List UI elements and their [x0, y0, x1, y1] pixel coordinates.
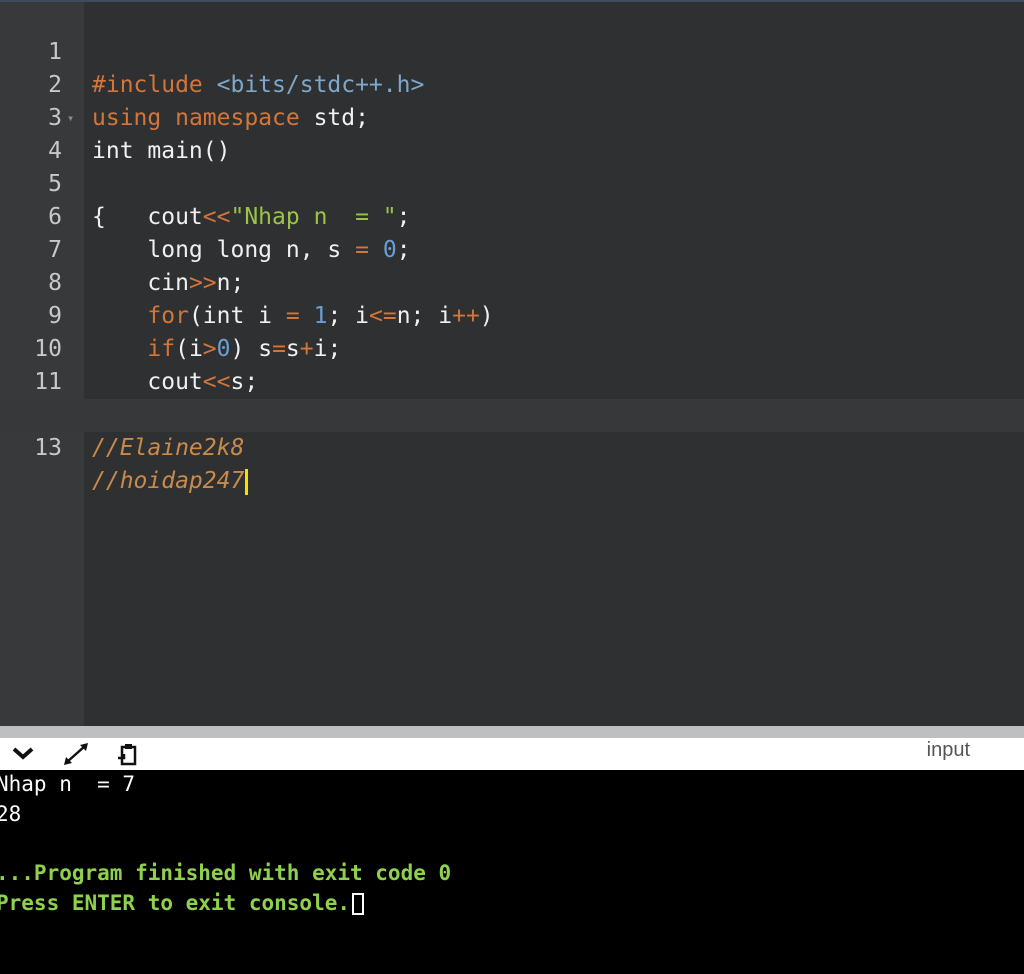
code-line[interactable]: 5 cout<<"Nhap n = ";	[0, 135, 1024, 230]
fold-toggle-icon[interactable]: ▾	[67, 102, 74, 135]
code-line[interactable]: 3 int main()	[0, 69, 1024, 164]
console-line: 28	[0, 802, 22, 826]
code-line[interactable]: 11 }	[0, 333, 1024, 428]
code-line[interactable]: 2 using namespace std;	[0, 36, 1024, 131]
code-line-active[interactable]: 13 //hoidap247	[0, 399, 1024, 495]
code-comment: //hoidap247	[92, 468, 245, 494]
code-area[interactable]: 1 #include <bits/stdc++.h> 2 using names…	[0, 3, 1024, 495]
expand-arrows-icon[interactable]	[62, 742, 90, 772]
code-line[interactable]: 6 long long n, s = 0;	[0, 168, 1024, 263]
console-cursor	[352, 893, 365, 915]
text-cursor	[245, 468, 249, 495]
code-line[interactable]: 1 #include <bits/stdc++.h>	[0, 3, 1024, 98]
code-line[interactable]: 4 ▾ {	[0, 102, 1024, 230]
code-text: //hoidap247	[92, 465, 249, 498]
pane-splitter[interactable]	[0, 726, 1024, 738]
code-comment: //Elaine2k8	[92, 435, 245, 461]
code-line[interactable]: 7 cin>>n;	[0, 201, 1024, 296]
console-line: Nhap n = 7	[0, 772, 136, 796]
console-prompt-line: Press ENTER to exit console.	[0, 888, 365, 918]
code-line[interactable]: 12 //Elaine2k8	[0, 366, 1024, 461]
console-output[interactable]: Nhap n = 7 28 ...Program finished with e…	[0, 770, 1024, 974]
code-line[interactable]: 10 cout<<s;	[0, 300, 1024, 395]
code-editor[interactable]: 1 #include <bits/stdc++.h> 2 using names…	[0, 0, 1024, 726]
console-exit-message: ...Program finished with exit code 0	[0, 861, 452, 885]
console-toolbar: input	[0, 738, 1024, 770]
console-prompt-text: Press ENTER to exit console.	[0, 891, 351, 915]
code-line[interactable]: 9 if(i>0) s=s+i;	[0, 267, 1024, 362]
chevron-down-icon[interactable]	[10, 742, 36, 770]
input-tab-label[interactable]: input	[927, 738, 970, 762]
line-number: 13	[34, 435, 62, 461]
code-line[interactable]: 8 for(int i = 1; i<=n; i++)	[0, 234, 1024, 329]
